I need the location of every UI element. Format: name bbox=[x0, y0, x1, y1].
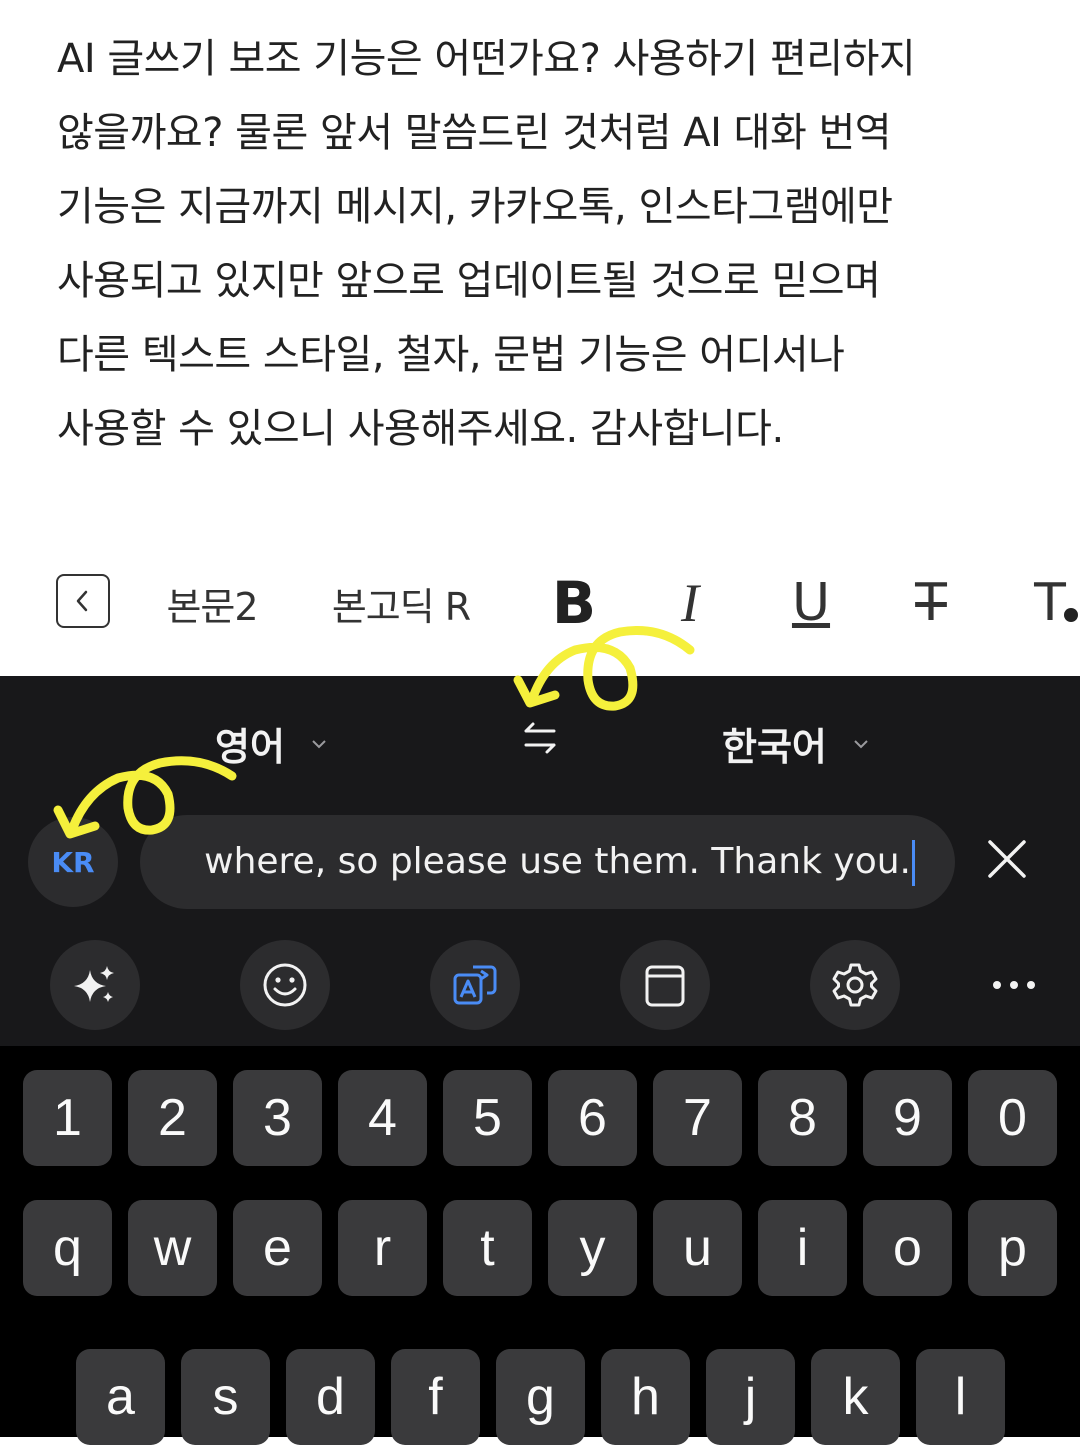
keyboard-toolbar bbox=[0, 938, 1080, 1032]
ai-writing-assist-button[interactable] bbox=[50, 940, 140, 1030]
font-name-button[interactable]: 본고딕 R bbox=[328, 560, 474, 646]
text-color-button[interactable]: T bbox=[1028, 560, 1078, 646]
italic-button[interactable]: I bbox=[668, 560, 712, 646]
key-6[interactable]: 6 bbox=[548, 1070, 637, 1166]
settings-button[interactable] bbox=[810, 940, 900, 1030]
document-line: 다른 텍스트 스타일, 철자, 문법 기능은 어디서나 bbox=[57, 332, 845, 378]
document-line: 사용되고 있지만 앞으로 업데이트될 것으로 믿으며 bbox=[57, 258, 881, 304]
key-s[interactable]: s bbox=[181, 1349, 270, 1445]
key-o[interactable]: o bbox=[863, 1200, 952, 1296]
color-dot-icon bbox=[1064, 608, 1078, 622]
key-0[interactable]: 0 bbox=[968, 1070, 1057, 1166]
key-j[interactable]: j bbox=[706, 1349, 795, 1445]
input-language-badge[interactable]: KR bbox=[28, 817, 118, 907]
keyboard-panel: 영어 한국어 KR where, so please use them. Tha… bbox=[0, 676, 1080, 1445]
chevron-left-icon bbox=[76, 590, 88, 612]
translate-button[interactable] bbox=[430, 940, 520, 1030]
sparkle-icon bbox=[74, 966, 114, 1002]
key-1[interactable]: 1 bbox=[23, 1070, 112, 1166]
key-r[interactable]: r bbox=[338, 1200, 427, 1296]
settings-icon bbox=[832, 963, 878, 1007]
key-q[interactable]: q bbox=[23, 1200, 112, 1296]
key-h[interactable]: h bbox=[601, 1349, 690, 1445]
key-w[interactable]: w bbox=[128, 1200, 217, 1296]
key-g[interactable]: g bbox=[496, 1349, 585, 1445]
key-area: 1 2 3 4 5 6 7 8 9 0 q w e r t y u i o p … bbox=[0, 1046, 1080, 1445]
key-3[interactable]: 3 bbox=[233, 1070, 322, 1166]
language-selector-row: 영어 한국어 bbox=[0, 676, 1080, 806]
target-language-label: 한국어 bbox=[722, 725, 827, 769]
key-u[interactable]: u bbox=[653, 1200, 742, 1296]
document-line: AI 글쓰기 보조 기능은 어떤가요? 사용하기 편리하지 bbox=[57, 36, 916, 82]
close-icon[interactable] bbox=[984, 836, 1030, 882]
text-color-label: T bbox=[1034, 573, 1066, 633]
document-line: 기능은 지금까지 메시지, 카카오톡, 인스타그램에만 bbox=[57, 184, 893, 230]
chevron-down-icon bbox=[312, 739, 326, 748]
document-line: 않을까요? 물론 앞서 말씀드린 것처럼 AI 대화 번역 bbox=[57, 110, 892, 156]
format-back-button[interactable] bbox=[56, 574, 110, 628]
key-y[interactable]: y bbox=[548, 1200, 637, 1296]
key-f[interactable]: f bbox=[391, 1349, 480, 1445]
translation-text: where, so please use them. Thank you. bbox=[204, 841, 911, 882]
clipboard-icon bbox=[645, 965, 685, 1007]
format-toolbar: 본문2 본고딕 R B I U T T bbox=[0, 560, 1080, 646]
underline-button[interactable]: U bbox=[786, 560, 836, 646]
key-7[interactable]: 7 bbox=[653, 1070, 742, 1166]
strikethrough-button[interactable]: T bbox=[904, 560, 958, 646]
document-line: 사용할 수 있으니 사용해주세요. 감사합니다. bbox=[57, 406, 784, 452]
document-body[interactable]: AI 글쓰기 보조 기능은 어떤가요? 사용하기 편리하지 않을까요? 물론 앞… bbox=[57, 22, 1047, 466]
key-4[interactable]: 4 bbox=[338, 1070, 427, 1166]
clipboard-button[interactable] bbox=[620, 940, 710, 1030]
key-d[interactable]: d bbox=[286, 1349, 375, 1445]
key-e[interactable]: e bbox=[233, 1200, 322, 1296]
emoji-button[interactable] bbox=[240, 940, 330, 1030]
key-9[interactable]: 9 bbox=[863, 1070, 952, 1166]
key-i[interactable]: i bbox=[758, 1200, 847, 1296]
more-options-button[interactable] bbox=[975, 958, 1053, 1012]
key-8[interactable]: 8 bbox=[758, 1070, 847, 1166]
key-p[interactable]: p bbox=[968, 1200, 1057, 1296]
translation-input-row: KR where, so please use them. Thank you. bbox=[0, 810, 1080, 914]
more-icon bbox=[993, 981, 1035, 989]
paragraph-style-button[interactable]: 본문2 bbox=[160, 560, 264, 646]
key-a[interactable]: a bbox=[76, 1349, 165, 1445]
target-language-dropdown[interactable]: 한국어 bbox=[722, 716, 869, 771]
key-t[interactable]: t bbox=[443, 1200, 532, 1296]
source-language-dropdown[interactable]: 영어 bbox=[215, 716, 327, 771]
emoji-icon bbox=[263, 963, 307, 1007]
translate-icon bbox=[453, 965, 497, 1005]
translation-input-field[interactable]: where, so please use them. Thank you. bbox=[140, 815, 955, 909]
text-cursor bbox=[912, 840, 915, 886]
key-k[interactable]: k bbox=[811, 1349, 900, 1445]
chevron-down-icon bbox=[854, 739, 868, 748]
bold-button[interactable]: B bbox=[548, 560, 600, 646]
key-l[interactable]: l bbox=[916, 1349, 1005, 1445]
key-5[interactable]: 5 bbox=[443, 1070, 532, 1166]
swap-languages-icon[interactable] bbox=[518, 716, 562, 760]
key-2[interactable]: 2 bbox=[128, 1070, 217, 1166]
source-language-label: 영어 bbox=[215, 725, 285, 769]
